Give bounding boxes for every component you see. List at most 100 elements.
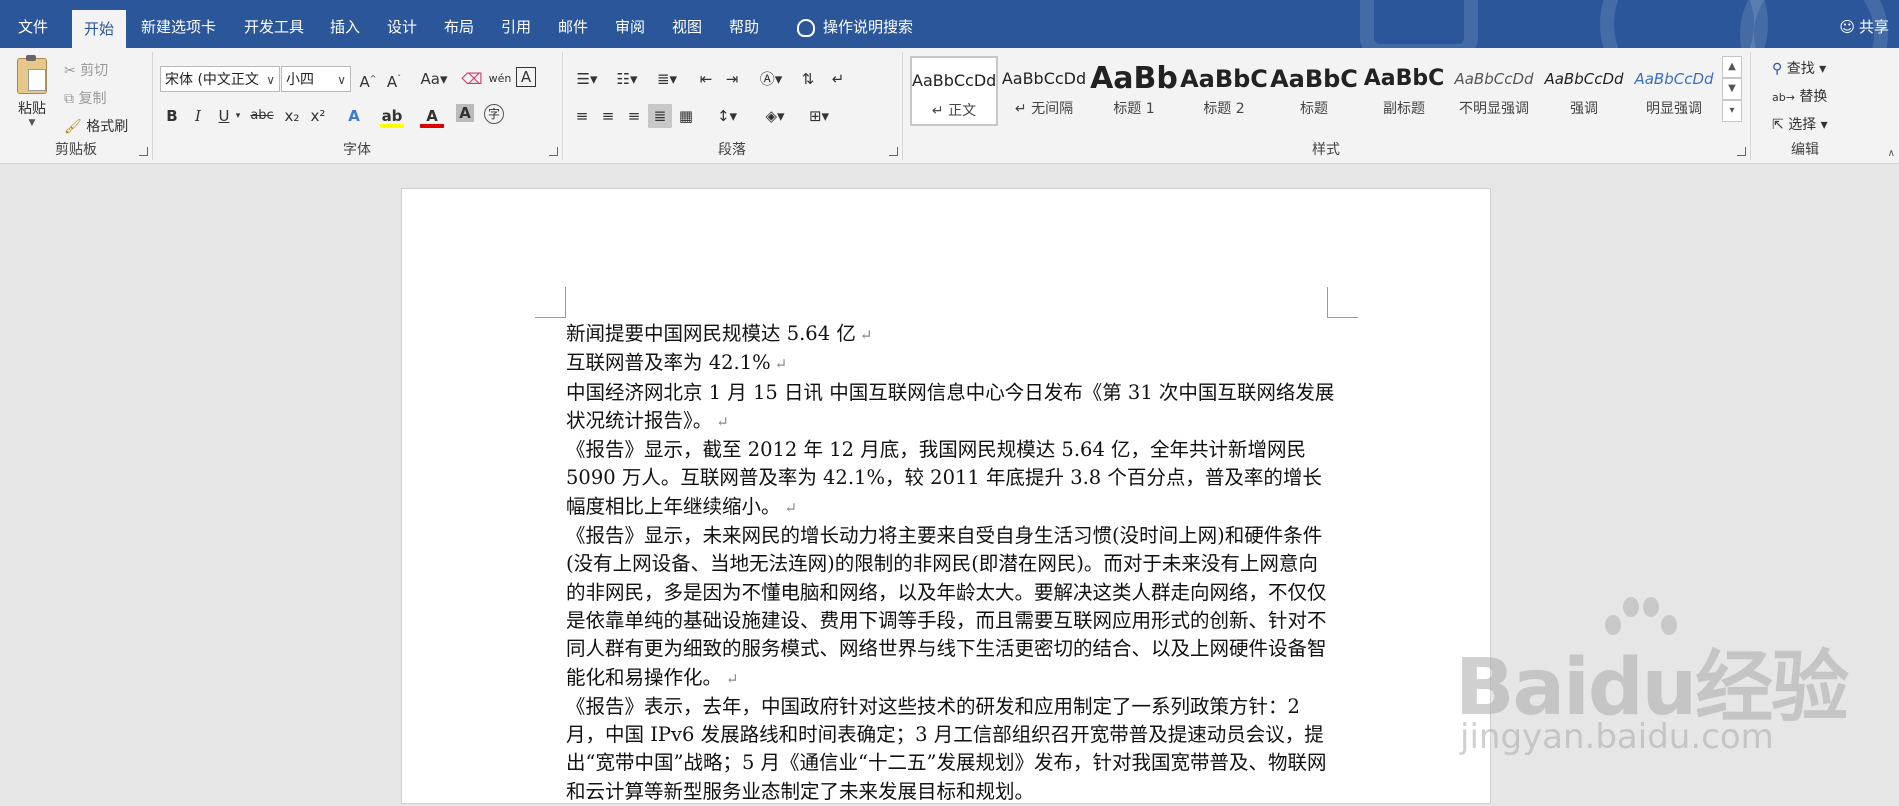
tab-file[interactable]: 文件	[6, 0, 60, 48]
tab-home[interactable]: 开始	[72, 10, 127, 48]
italic-button[interactable]: I	[186, 104, 210, 128]
tab-design[interactable]: 设计	[375, 0, 429, 48]
select-button[interactable]: ⇱ 选择 ▾	[1772, 114, 1828, 134]
align-center-icon[interactable]: ≡	[596, 104, 620, 128]
editing-group: ⚲ 查找 ▾ ab→ 替换 ⇱ 选择 ▾ 编辑	[1750, 52, 1860, 160]
character-border-icon[interactable]: A	[516, 67, 536, 87]
strikethrough-button[interactable]: abc	[246, 104, 278, 128]
ribbon: 粘贴 ▼ ✂ 剪切 ⧉ 复制 🖌 格式刷 剪贴板 宋体 (中文正文 ∨ 小四 ∨ A…	[0, 48, 1899, 164]
show-marks-icon[interactable]: ↵	[826, 67, 850, 91]
tab-references[interactable]: 引用	[489, 0, 543, 48]
clipboard-dialog-launcher[interactable]	[139, 147, 148, 156]
chevron-down-icon: ∨	[337, 73, 346, 87]
sort-icon[interactable]: ⇅	[796, 67, 820, 91]
font-size-combo[interactable]: 小四 ∨	[281, 66, 351, 92]
person-icon: ☺	[1839, 18, 1855, 36]
doc-paragraph: 《报告》表示，去年，中国政府针对这些技术的研发和应用制定了一系列政策方针：2 月…	[566, 694, 1327, 803]
style-emphasis[interactable]: AaBbCcDd 强调	[1540, 56, 1628, 126]
shrink-font-button[interactable]: Aˇ	[382, 67, 406, 91]
cut-button[interactable]: ✂ 剪切	[64, 60, 108, 80]
paste-dropdown-icon: ▼	[28, 118, 36, 128]
margin-corner-mark	[535, 287, 566, 318]
distributed-icon[interactable]: ▦	[674, 104, 698, 128]
font-name-combo[interactable]: 宋体 (中文正文 ∨	[160, 66, 280, 92]
style-subtitle[interactable]: AaBbC 副标题	[1360, 56, 1448, 126]
highlight-color-icon[interactable]: ab	[380, 104, 404, 128]
tell-me-search[interactable]: 操作说明搜索	[785, 0, 925, 48]
font-dialog-launcher[interactable]	[549, 147, 558, 156]
paragraph-mark: ↵	[726, 669, 739, 688]
doc-paragraph: 中国经济网北京 1 月 15 日讯 中国互联网信息中心今日发布《第 31 次中国…	[566, 380, 1335, 432]
replace-button[interactable]: ab→ 替换	[1772, 86, 1827, 106]
ribbon-tab-bar: 文件 开始 新建选项卡 开发工具 插入 设计 布局 引用 邮件 审阅 视图 帮助…	[0, 0, 1899, 48]
change-case-button[interactable]: Aa▾	[416, 67, 452, 91]
style-title[interactable]: AaBbC 标题	[1270, 56, 1358, 126]
styles-dialog-launcher[interactable]	[1737, 147, 1746, 156]
font-color-icon[interactable]: A	[420, 104, 444, 128]
baidu-jingyan-watermark: Baidu经验 jingyan.baidu.com	[1455, 595, 1895, 775]
paragraph-mark: ↵	[859, 326, 873, 344]
line-spacing-icon[interactable]: ↕▾	[710, 104, 744, 128]
style-heading-1[interactable]: AaBb 标题 1	[1090, 56, 1178, 126]
clipboard-icon	[17, 55, 47, 94]
grow-font-button[interactable]: A^	[356, 67, 380, 91]
tab-mailings[interactable]: 邮件	[546, 0, 600, 48]
style-heading-2[interactable]: AaBbC 标题 2	[1180, 56, 1268, 126]
multilevel-list-icon[interactable]: ≣▾	[650, 67, 684, 91]
increase-indent-icon[interactable]: ⇥	[720, 67, 744, 91]
tab-layout[interactable]: 布局	[432, 0, 486, 48]
style-subtle-emphasis[interactable]: AaBbCcDd 不明显强调	[1450, 56, 1538, 126]
paragraph-group: ☰▾ ☷▾ ≣▾ ⇤ ⇥ Ⓐ▾ ⇅ ↵ ≡ ≡ ≡ ≣ ▦ ↕▾ ◈▾ ⊞▾ 段…	[562, 52, 903, 160]
chevron-down-icon: ∨	[266, 73, 275, 87]
paintbrush-icon: 🖌	[64, 119, 82, 135]
character-shading-icon[interactable]: A	[456, 104, 474, 122]
styles-scroll-up-icon[interactable]: ▲	[1722, 56, 1742, 78]
doc-paragraph: 互联网普及率为 42.1% ↵	[566, 351, 788, 375]
paw-logo-icon	[1605, 595, 1677, 655]
share-button[interactable]: ☺ 共享	[1839, 16, 1889, 37]
tab-developer[interactable]: 开发工具	[232, 0, 316, 48]
justify-icon[interactable]: ≣	[648, 104, 672, 128]
paragraph-dialog-launcher[interactable]	[889, 147, 898, 156]
styles-scroll-down-icon[interactable]: ▼	[1722, 78, 1742, 100]
superscript-button[interactable]: x²	[306, 104, 330, 128]
tab-review[interactable]: 审阅	[603, 0, 657, 48]
paragraph-mark: ↵	[716, 412, 729, 431]
align-left-icon[interactable]: ≡	[570, 104, 594, 128]
styles-more-icon[interactable]: ▾	[1722, 100, 1742, 122]
bold-button[interactable]: B	[160, 104, 184, 128]
tab-view[interactable]: 视图	[660, 0, 714, 48]
tab-new-tab[interactable]: 新建选项卡	[129, 0, 228, 48]
paste-button[interactable]: 粘贴 ▼	[12, 55, 52, 128]
copy-button[interactable]: ⧉ 复制	[64, 88, 106, 108]
tab-help[interactable]: 帮助	[717, 0, 771, 48]
find-button[interactable]: ⚲ 查找 ▾	[1772, 58, 1826, 78]
document-body[interactable]: 新闻提要中国网民规模达 5.64 亿 ↵ 互联网普及率为 42.1% ↵ 中国经济网…	[566, 320, 1336, 806]
phonetic-guide-icon[interactable]: wén	[488, 67, 512, 91]
subscript-button[interactable]: x₂	[280, 104, 304, 128]
font-group-label: 字体	[343, 142, 371, 158]
collapse-ribbon-icon[interactable]: ∧	[1888, 148, 1895, 159]
style-no-spacing[interactable]: AaBbCcDd ↵ 无间隔	[1000, 56, 1088, 126]
font-group: 宋体 (中文正文 ∨ 小四 ∨ A^ Aˇ Aa▾ ⌫ wén A B I U ▾ …	[152, 52, 563, 160]
format-painter-button[interactable]: 🖌 格式刷	[64, 116, 128, 136]
tab-insert[interactable]: 插入	[318, 0, 372, 48]
bullets-icon[interactable]: ☰▾	[570, 67, 604, 91]
underline-dropdown-icon[interactable]: ▾	[232, 104, 244, 128]
text-effects-icon[interactable]: A	[342, 104, 366, 128]
scissors-icon: ✂	[64, 63, 76, 79]
borders-icon[interactable]: ⊞▾	[802, 104, 836, 128]
shading-icon[interactable]: ◈▾	[758, 104, 792, 128]
cursor-icon: ⇱	[1772, 117, 1784, 133]
clipboard-group-label: 剪贴板	[55, 142, 97, 158]
decrease-indent-icon[interactable]: ⇤	[694, 67, 718, 91]
align-right-icon[interactable]: ≡	[622, 104, 646, 128]
style-normal[interactable]: AaBbCcDd ↵ 正文	[910, 56, 998, 126]
numbering-icon[interactable]: ☷▾	[610, 67, 644, 91]
styles-gallery: AaBbCcDd ↵ 正文 AaBbCcDd ↵ 无间隔 AaBb 标题 1 AaBb…	[910, 56, 1730, 126]
enclose-characters-icon[interactable]: 字	[484, 104, 504, 124]
chinese-layout-icon[interactable]: Ⓐ▾	[754, 67, 788, 91]
clear-formatting-icon[interactable]: ⌫	[460, 67, 484, 91]
style-intense-emphasis[interactable]: AaBbCcDd 明显强调	[1630, 56, 1718, 126]
margin-corner-mark	[1327, 287, 1358, 318]
